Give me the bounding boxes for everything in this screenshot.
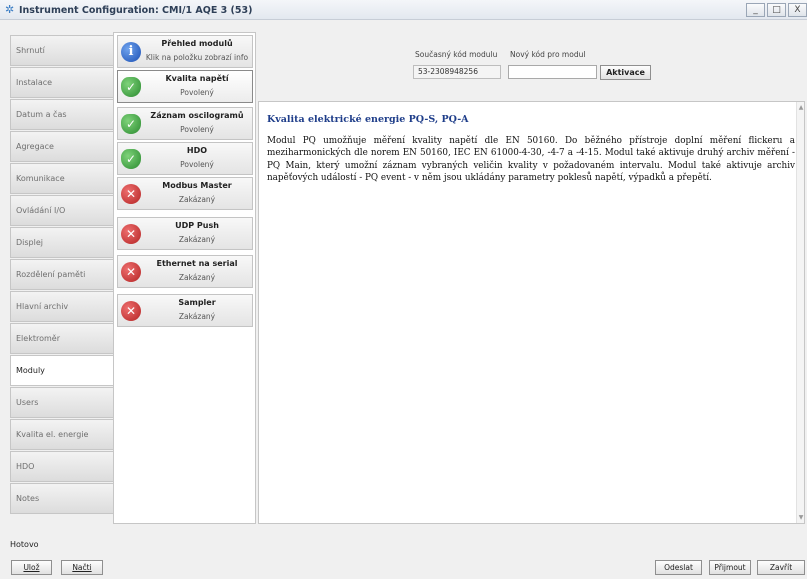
module-name: Ethernet na serial bbox=[156, 259, 238, 268]
info-icon: i bbox=[121, 42, 141, 62]
module-list: i Přehled modulů Klik na položku zobrazí… bbox=[113, 32, 256, 524]
module-status: Zakázaný bbox=[178, 235, 216, 244]
info-scrollbar[interactable]: ▲ ▼ bbox=[796, 102, 804, 523]
module-item-hdo[interactable]: ✓ HDO Povolený bbox=[117, 142, 253, 175]
module-name: Záznam oscilogramů bbox=[150, 111, 244, 120]
module-name: UDP Push bbox=[175, 221, 219, 230]
tab-kvalita-el-energie[interactable]: Kvalita el. energie bbox=[10, 419, 114, 450]
module-item-kvalita-napeti[interactable]: ✓ Kvalita napětí Povolený bbox=[117, 70, 253, 103]
tab-elektromer[interactable]: Elektroměr bbox=[10, 323, 114, 354]
left-tab-list: Shrnutí Instalace Datum a čas Agregace K… bbox=[10, 35, 116, 515]
tab-rozdeleni-pameti[interactable]: Rozdělení paměti bbox=[10, 259, 114, 290]
module-item-modbus-master[interactable]: ✕ Modbus Master Zakázaný bbox=[117, 177, 253, 210]
minimize-button[interactable]: _ bbox=[746, 3, 765, 17]
module-name: Kvalita napětí bbox=[165, 74, 229, 83]
error-x-icon: ✕ bbox=[121, 262, 141, 282]
tab-hdo[interactable]: HDO bbox=[10, 451, 114, 482]
maximize-button[interactable]: □ bbox=[767, 3, 786, 17]
module-item-udp-push[interactable]: ✕ UDP Push Zakázaný bbox=[117, 217, 253, 250]
tab-displej[interactable]: Displej bbox=[10, 227, 114, 258]
module-status: Povolený bbox=[180, 160, 214, 169]
new-code-input[interactable] bbox=[508, 65, 597, 79]
tab-ovladani-io[interactable]: Ovládání I/O bbox=[10, 195, 114, 226]
new-code-label: Nový kód pro modul bbox=[510, 50, 586, 59]
title-bar: ✲ Instrument Configuration: CMI/1 AQE 3 … bbox=[0, 0, 807, 20]
app-gear-icon: ✲ bbox=[5, 3, 15, 16]
load-button[interactable]: Načti bbox=[61, 560, 103, 575]
error-x-icon: ✕ bbox=[121, 184, 141, 204]
current-code-field: 53-2308948256 bbox=[413, 65, 501, 79]
tab-agregace[interactable]: Agregace bbox=[10, 131, 114, 162]
scroll-down-icon[interactable]: ▼ bbox=[797, 514, 805, 521]
module-item-ethernet-na-serial[interactable]: ✕ Ethernet na serial Zakázaný bbox=[117, 255, 253, 288]
module-status: Zakázaný bbox=[178, 195, 216, 204]
module-name: Modbus Master bbox=[162, 181, 232, 190]
info-heading: Kvalita elektrické energie PQ-S, PQ-A bbox=[267, 114, 469, 125]
tab-komunikace[interactable]: Komunikace bbox=[10, 163, 114, 194]
module-name: HDO bbox=[186, 146, 208, 155]
window-controls: _ □ X bbox=[744, 3, 807, 17]
info-text: Modul PQ umožňuje měření kvality napětí … bbox=[267, 136, 795, 184]
activate-button[interactable]: Aktivace bbox=[600, 65, 651, 80]
status-text: Hotovo bbox=[10, 540, 39, 549]
module-name: Sampler bbox=[178, 298, 216, 307]
module-item-zaznam-oscilogramu[interactable]: ✓ Záznam oscilogramů Povolený bbox=[117, 107, 253, 140]
module-code-panel: Současný kód modulu Nový kód pro modul 5… bbox=[257, 32, 805, 100]
shield-check-icon: ✓ bbox=[121, 77, 141, 97]
module-status: Klik na položku zobrazí info bbox=[145, 53, 249, 62]
module-name: Přehled modulů bbox=[161, 39, 233, 48]
module-status: Povolený bbox=[180, 125, 214, 134]
tab-instalace[interactable]: Instalace bbox=[10, 67, 114, 98]
tab-notes[interactable]: Notes bbox=[10, 483, 114, 514]
module-item-sampler[interactable]: ✕ Sampler Zakázaný bbox=[117, 294, 253, 327]
scroll-up-icon[interactable]: ▲ bbox=[797, 104, 805, 111]
send-button[interactable]: Odeslat bbox=[655, 560, 702, 575]
shield-check-icon: ✓ bbox=[121, 149, 141, 169]
module-info-panel: Kvalita elektrické energie PQ-S, PQ-A Mo… bbox=[258, 101, 805, 524]
tab-moduly[interactable]: Moduly bbox=[10, 355, 116, 386]
module-item-prehled[interactable]: i Přehled modulů Klik na položku zobrazí… bbox=[117, 35, 253, 68]
tab-hlavni-archiv[interactable]: Hlavní archiv bbox=[10, 291, 114, 322]
error-x-icon: ✕ bbox=[121, 224, 141, 244]
shield-check-icon: ✓ bbox=[121, 114, 141, 134]
receive-button[interactable]: Přijmout bbox=[709, 560, 751, 575]
module-status: Zakázaný bbox=[178, 312, 216, 321]
tab-users[interactable]: Users bbox=[10, 387, 114, 418]
close-button[interactable]: Zavřít bbox=[757, 560, 805, 575]
close-window-button[interactable]: X bbox=[788, 3, 807, 17]
module-status: Zakázaný bbox=[178, 273, 216, 282]
module-status: Povolený bbox=[180, 88, 214, 97]
error-x-icon: ✕ bbox=[121, 301, 141, 321]
window-title: Instrument Configuration: CMI/1 AQE 3 (5… bbox=[19, 5, 253, 16]
tab-datum-a-cas[interactable]: Datum a čas bbox=[10, 99, 114, 130]
current-code-label: Současný kód modulu bbox=[415, 50, 498, 59]
tab-shrnuti[interactable]: Shrnutí bbox=[10, 35, 114, 66]
save-button[interactable]: Ulož bbox=[11, 560, 52, 575]
